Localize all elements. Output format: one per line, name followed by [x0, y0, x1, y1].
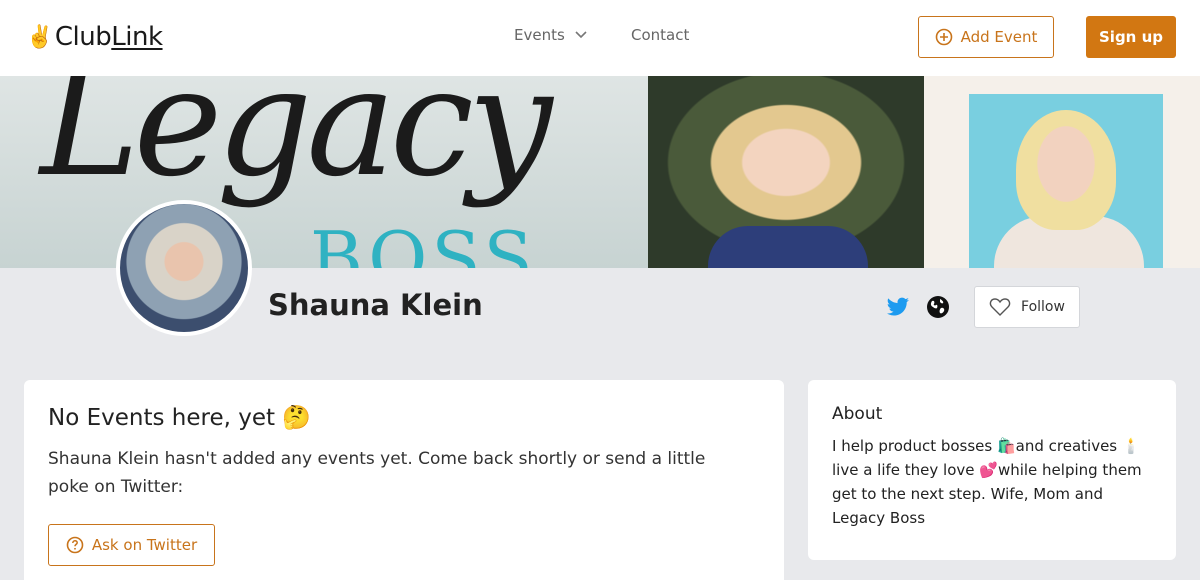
- nav-events-label: Events: [514, 26, 565, 44]
- events-card: No Events here, yet 🤔 Shauna Klein hasn'…: [24, 380, 784, 580]
- events-empty-message: Shauna Klein hasn't added any events yet…: [48, 449, 706, 497]
- banner-graphic: Legacy BOSS: [0, 76, 648, 268]
- clublink-logo[interactable]: ✌️ Club Link: [26, 22, 163, 52]
- banner-photo-2: [924, 76, 1200, 268]
- twitter-icon[interactable]: [886, 295, 910, 319]
- events-empty-title: No Events here, yet 🤔: [48, 405, 311, 431]
- follow-button[interactable]: Follow: [974, 286, 1080, 328]
- about-bio: I help product bosses 🛍️and creatives 🕯️…: [832, 437, 1142, 527]
- logo-text-club: Club: [54, 22, 112, 52]
- globe-icon[interactable]: [926, 295, 950, 319]
- question-circle-icon: [66, 536, 84, 554]
- profile-avatar: [116, 200, 252, 336]
- follow-label: Follow: [1021, 299, 1065, 315]
- banner-boss-text: BOSS: [310, 216, 537, 268]
- nav-contact-link[interactable]: Contact: [631, 26, 689, 44]
- plus-circle-icon: [935, 28, 952, 46]
- nav-events-dropdown[interactable]: Events: [514, 26, 587, 44]
- site-header: ✌️ Club Link Events Contact Add Event Sig…: [0, 0, 1200, 76]
- profile-name: Shauna Klein: [268, 288, 483, 322]
- about-card: About I help product bosses 🛍️and creati…: [808, 380, 1176, 560]
- ask-on-twitter-label: Ask on Twitter: [91, 536, 198, 554]
- add-event-button[interactable]: Add Event: [918, 16, 1054, 58]
- banner-photo-1: [648, 76, 924, 268]
- chevron-down-icon: [575, 31, 587, 39]
- sign-up-button[interactable]: Sign up: [1086, 16, 1176, 58]
- ask-on-twitter-button[interactable]: Ask on Twitter: [48, 524, 215, 566]
- logo-text-link: Link: [111, 22, 163, 52]
- victory-hand-icon: ✌️: [26, 24, 53, 50]
- banner-script-text: Legacy: [40, 76, 553, 210]
- add-event-label: Add Event: [960, 28, 1038, 46]
- heart-icon: [989, 298, 1011, 316]
- about-title: About: [832, 404, 883, 424]
